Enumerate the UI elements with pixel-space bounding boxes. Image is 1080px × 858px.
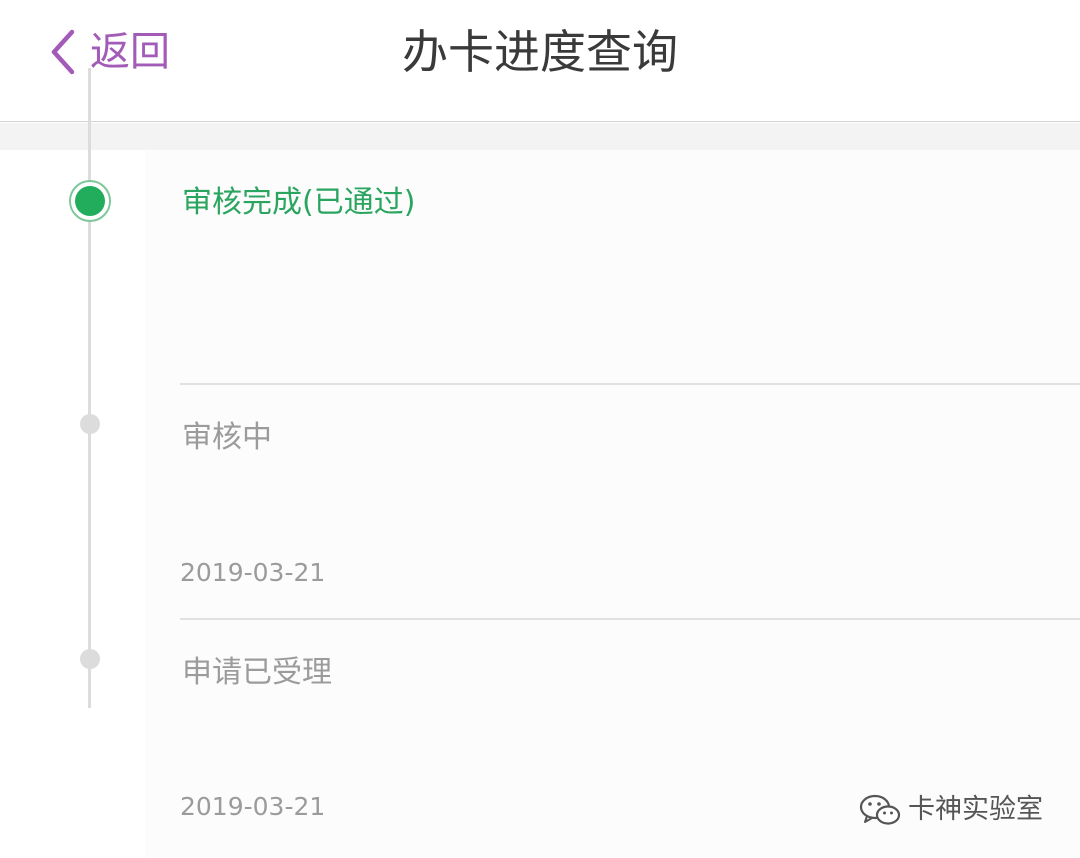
step-title-accepted: 申请已受理 bbox=[182, 655, 332, 690]
timeline-line bbox=[88, 68, 91, 708]
timeline-dot-active-fill bbox=[75, 186, 105, 216]
header-separator bbox=[0, 123, 1080, 150]
timeline-dot bbox=[80, 649, 100, 669]
watermark: 卡神实验室 bbox=[858, 788, 1043, 832]
timeline-panel bbox=[145, 150, 1080, 858]
step-date-accepted: 2019-03-21 bbox=[180, 792, 326, 821]
timeline-dot-active bbox=[69, 180, 111, 222]
step-divider bbox=[180, 383, 1080, 385]
progress-timeline bbox=[0, 150, 1080, 858]
step-title-reviewing: 审核中 bbox=[182, 420, 272, 455]
page-title: 办卡进度查询 bbox=[402, 25, 678, 79]
step-divider bbox=[180, 618, 1080, 620]
step-date-reviewing: 2019-03-21 bbox=[180, 558, 326, 587]
wechat-icon bbox=[859, 794, 901, 825]
header-bar: 返回 办卡进度查询 bbox=[0, 0, 1080, 122]
step-title-approved: 审核完成(已通过) bbox=[182, 185, 416, 220]
timeline-dot bbox=[80, 414, 100, 434]
watermark-text: 卡神实验室 bbox=[908, 794, 1043, 825]
